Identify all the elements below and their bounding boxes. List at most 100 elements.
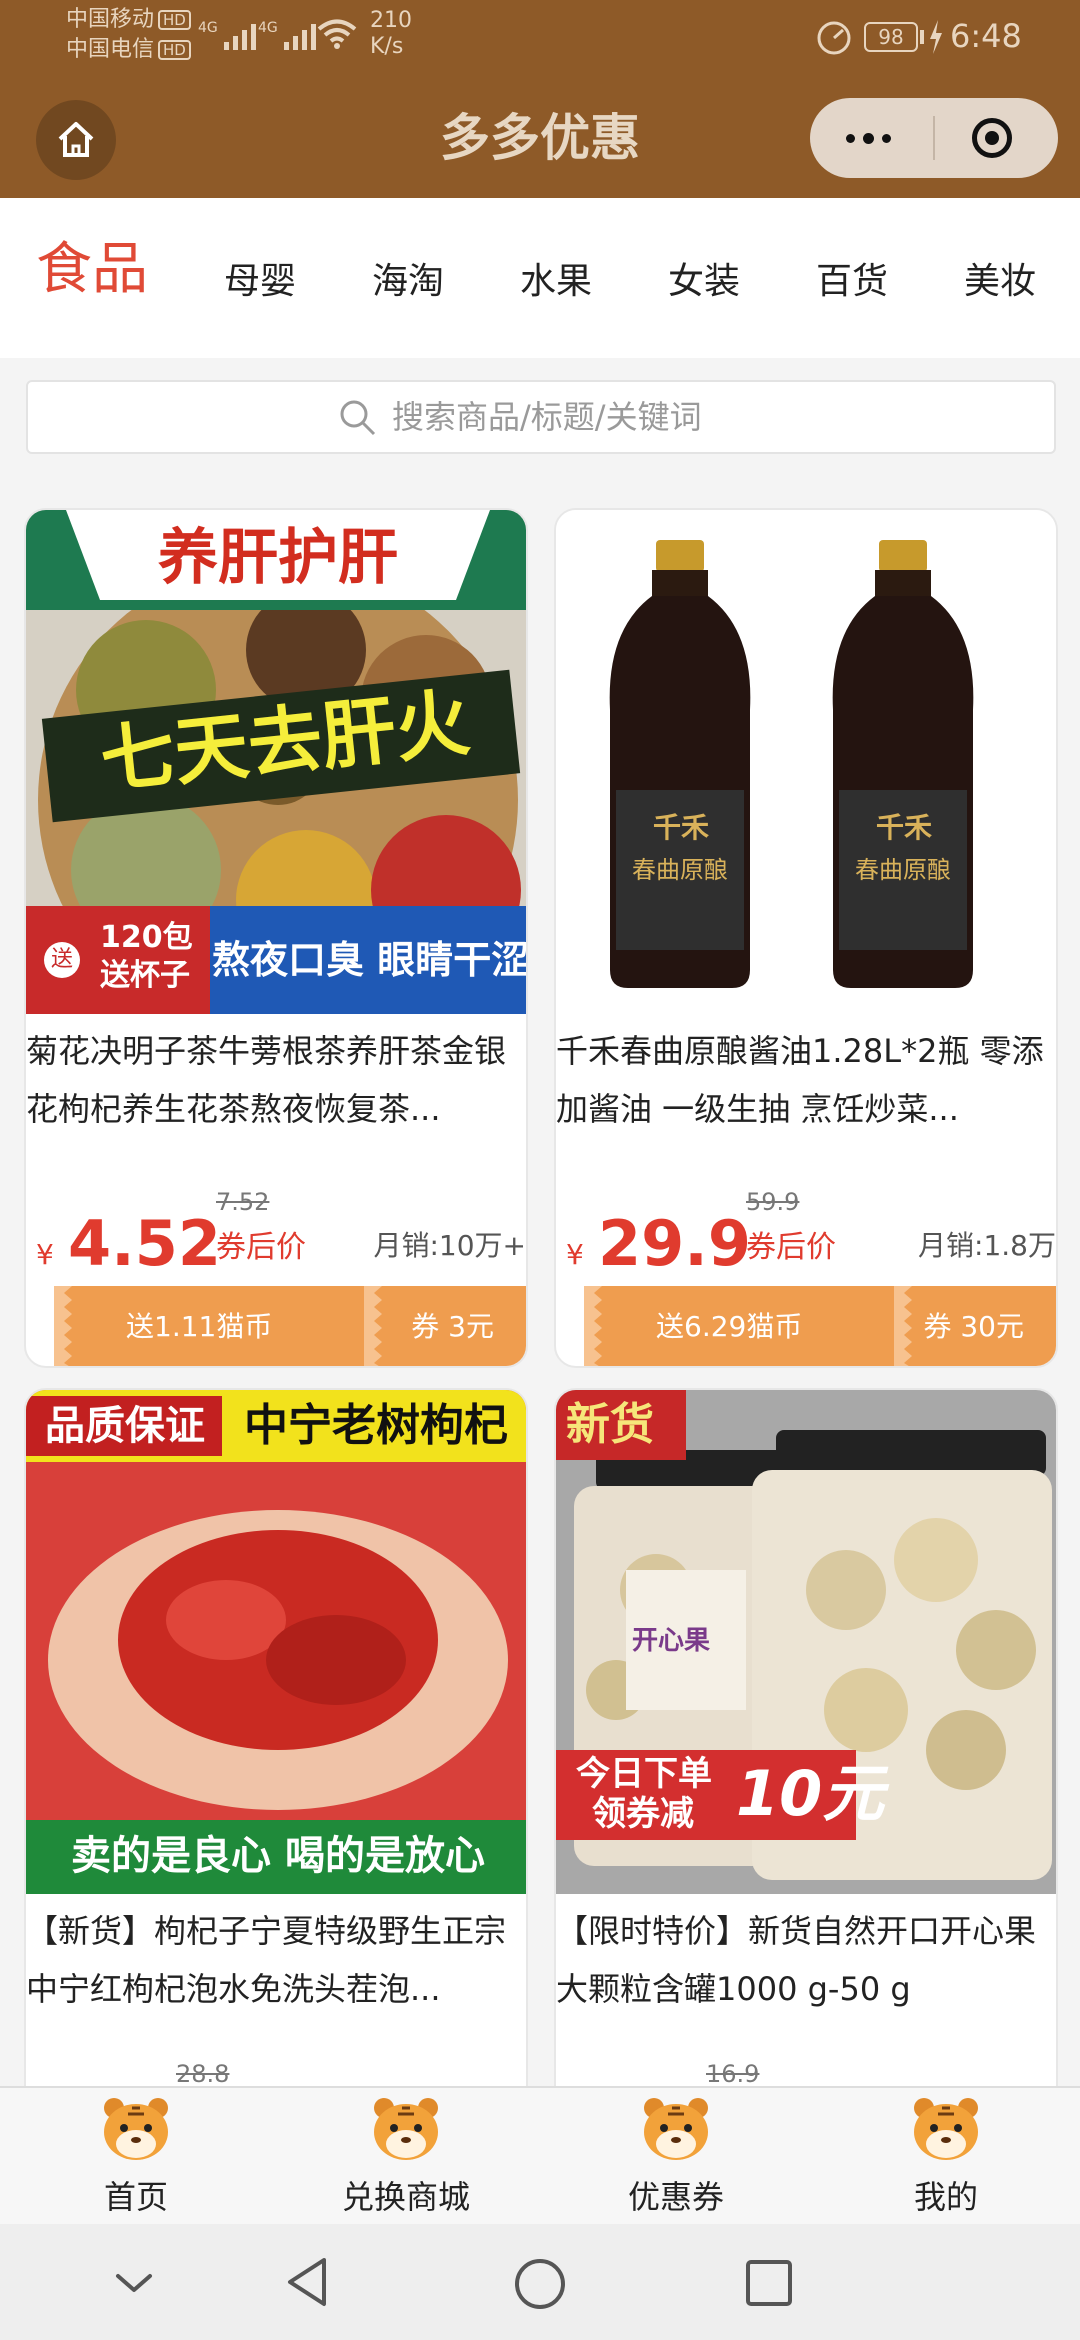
after-coupon-label: 券后价 — [216, 1230, 306, 1265]
tiger-icon — [374, 2098, 438, 2160]
wifi-icon — [317, 19, 357, 49]
system-nav-bar — [0, 2224, 1080, 2340]
image-text: 中宁老树枸杞 — [244, 1400, 508, 1451]
speedometer-icon — [817, 21, 851, 55]
image-text: 送 — [44, 942, 80, 978]
nav-exchange-mall[interactable]: 兑换商城 — [306, 2088, 506, 2226]
image-text: 10元 — [736, 1757, 885, 1830]
net-speed: 210 K/s — [370, 8, 412, 59]
coupon-divider — [364, 1286, 382, 1366]
image-text: 熬夜口臭 眼睛干涩 — [212, 938, 528, 982]
product-title[interactable]: 菊花决明子茶牛蒡根茶养肝茶金银花枸杞养生花茶熬夜恢复茶... — [26, 1022, 526, 1138]
product-card[interactable]: 品质保证 中宁老树枸杞 卖的是良心 喝的是放心 【新货】枸杞子宁夏特级野生正宗中… — [24, 1388, 528, 2148]
bottom-nav: 首页 兑换商城 优惠券 我的 — [0, 2086, 1080, 2224]
coupon-value: 券 30元 — [923, 1310, 1024, 1343]
chevron-down-icon[interactable] — [112, 2262, 156, 2302]
product-card[interactable]: 千禾 春曲原酿 千禾 春曲原酿 千禾春曲原酿酱油1.28L*2瓶 零添加酱油 一… — [554, 508, 1058, 1368]
battery-tip — [920, 30, 924, 44]
nav-label: 优惠券 — [627, 2178, 724, 2216]
charging-icon — [930, 20, 942, 54]
product-title[interactable]: 【新货】枸杞子宁夏特级野生正宗中宁红枸杞泡水免洗头茬泡... — [26, 1902, 526, 2018]
mini-program-capsule — [810, 98, 1058, 178]
carrier-2: 中国电信 HD — [66, 34, 191, 66]
close-target-icon[interactable] — [972, 118, 1012, 158]
home-icon — [58, 122, 94, 157]
nav-home[interactable]: 首页 — [36, 2088, 236, 2226]
tab-fruit[interactable]: 水果 — [520, 198, 592, 358]
more-button[interactable] — [846, 133, 891, 144]
coupon-edge — [584, 1286, 602, 1366]
tab-beauty[interactable]: 美妆 — [964, 198, 1036, 358]
tiger-icon — [104, 2098, 168, 2160]
product-image[interactable]: 新货 开心果 今日下单 领券减 10元 — [556, 1390, 1056, 1894]
tiger-icon — [644, 2098, 708, 2160]
image-text: 领券减 — [592, 1794, 694, 1834]
recent-apps-icon[interactable] — [744, 2258, 794, 2308]
image-text: 今日下单 — [576, 1754, 712, 1794]
home-circle-icon[interactable] — [512, 2256, 568, 2312]
product-image[interactable]: 千禾 春曲原酿 千禾 春曲原酿 — [556, 510, 1056, 1014]
original-price: 16.9 — [706, 2060, 760, 2088]
battery-icon: 98 — [864, 22, 918, 52]
search-placeholder: 搜索商品/标题/关键词 — [392, 398, 702, 436]
tab-overseas[interactable]: 海淘 — [372, 198, 444, 358]
tab-general-goods[interactable]: 百货 — [816, 198, 888, 358]
tab-food[interactable]: 食品 — [36, 184, 148, 344]
product-image[interactable]: 养肝护肝 七天去肝火 送 120包 送杯子 熬夜口臭 眼睛干涩 — [26, 510, 528, 1014]
tab-womens-clothing[interactable]: 女装 — [668, 198, 740, 358]
original-price: 7.52 — [216, 1188, 270, 1216]
original-price: 28.8 — [176, 2060, 230, 2088]
product-image[interactable]: 品质保证 中宁老树枸杞 卖的是良心 喝的是放心 — [26, 1390, 526, 1894]
currency-symbol: ¥ — [566, 1238, 584, 1271]
cat-coin-gift: 送6.29猫币 — [656, 1310, 803, 1343]
back-icon[interactable] — [284, 2256, 332, 2308]
product-card[interactable]: 养肝护肝 七天去肝火 送 120包 送杯子 熬夜口臭 眼睛干涩 菊花决明子茶牛蒡… — [24, 508, 528, 1368]
image-text: 120包 — [100, 920, 193, 955]
coupon-price: 4.52 — [68, 1207, 221, 1280]
coupon-bar[interactable]: 送1.11猫币 券 3元 — [54, 1286, 526, 1366]
original-price: 59.9 — [746, 1188, 800, 1216]
currency-symbol: ¥ — [36, 1238, 54, 1271]
signal-icon: 4G — [258, 20, 316, 50]
nav-label: 我的 — [913, 2178, 978, 2216]
category-tabs: 食品 母婴 海淘 水果 女装 百货 美妆 — [0, 198, 1080, 358]
coupon-edge — [54, 1286, 72, 1366]
carrier-1: 中国移动 HD — [66, 4, 191, 36]
clock: 6:48 — [950, 17, 1022, 55]
image-text: 养肝护肝 — [158, 523, 398, 593]
image-text: 送杯子 — [100, 958, 190, 993]
image-text: 开心果 — [632, 1626, 711, 1656]
search-input[interactable]: 搜索商品/标题/关键词 — [26, 380, 1056, 454]
after-coupon-label: 券后价 — [746, 1230, 836, 1265]
image-text: 卖的是良心 喝的是放心 — [71, 1833, 485, 1879]
home-button[interactable] — [36, 100, 116, 180]
cat-coin-gift: 送1.11猫币 — [126, 1310, 273, 1343]
coupon-price: 29.9 — [598, 1207, 751, 1280]
search-icon — [340, 400, 376, 436]
coupon-bar[interactable]: 送6.29猫币 券 30元 — [584, 1286, 1056, 1366]
capsule-divider — [933, 116, 935, 160]
status-bar: 中国移动 HD 中国电信 HD 4G 4G 210 K/s 98 6:48 — [0, 0, 1080, 96]
image-text: 千禾 — [875, 811, 932, 844]
coupon-value: 券 3元 — [411, 1310, 494, 1343]
page-title: 多多优惠 — [440, 109, 640, 167]
search-area: 搜索商品/标题/关键词 — [0, 358, 1080, 474]
nav-label: 兑换商城 — [341, 2178, 470, 2216]
image-text: 新货 — [566, 1399, 654, 1450]
monthly-sales: 月销:1.8万 — [918, 1229, 1056, 1262]
product-card[interactable]: 新货 开心果 今日下单 领券减 10元 【限时特价】新货自然开口开心果大颗粒含罐… — [554, 1388, 1058, 2148]
product-title[interactable]: 千禾春曲原酿酱油1.28L*2瓶 零添加酱油 一级生抽 烹饪炒菜... — [556, 1022, 1056, 1138]
tiger-icon — [914, 2098, 978, 2160]
monthly-sales: 月销:10万+ — [373, 1229, 526, 1262]
nav-label: 首页 — [103, 2178, 168, 2216]
signal-icon: 4G — [198, 20, 256, 50]
app-header: 多多优惠 — [0, 96, 1080, 198]
image-text: 品质保证 — [45, 1403, 205, 1449]
tab-baby[interactable]: 母婴 — [224, 198, 296, 358]
image-text: 千禾 — [652, 811, 709, 844]
nav-coupons[interactable]: 优惠券 — [576, 2088, 776, 2226]
coupon-divider — [894, 1286, 912, 1366]
product-title[interactable]: 【限时特价】新货自然开口开心果大颗粒含罐1000 g-50 g — [556, 1902, 1056, 2018]
image-text: 春曲原酿 — [632, 856, 728, 884]
nav-mine[interactable]: 我的 — [846, 2088, 1046, 2226]
